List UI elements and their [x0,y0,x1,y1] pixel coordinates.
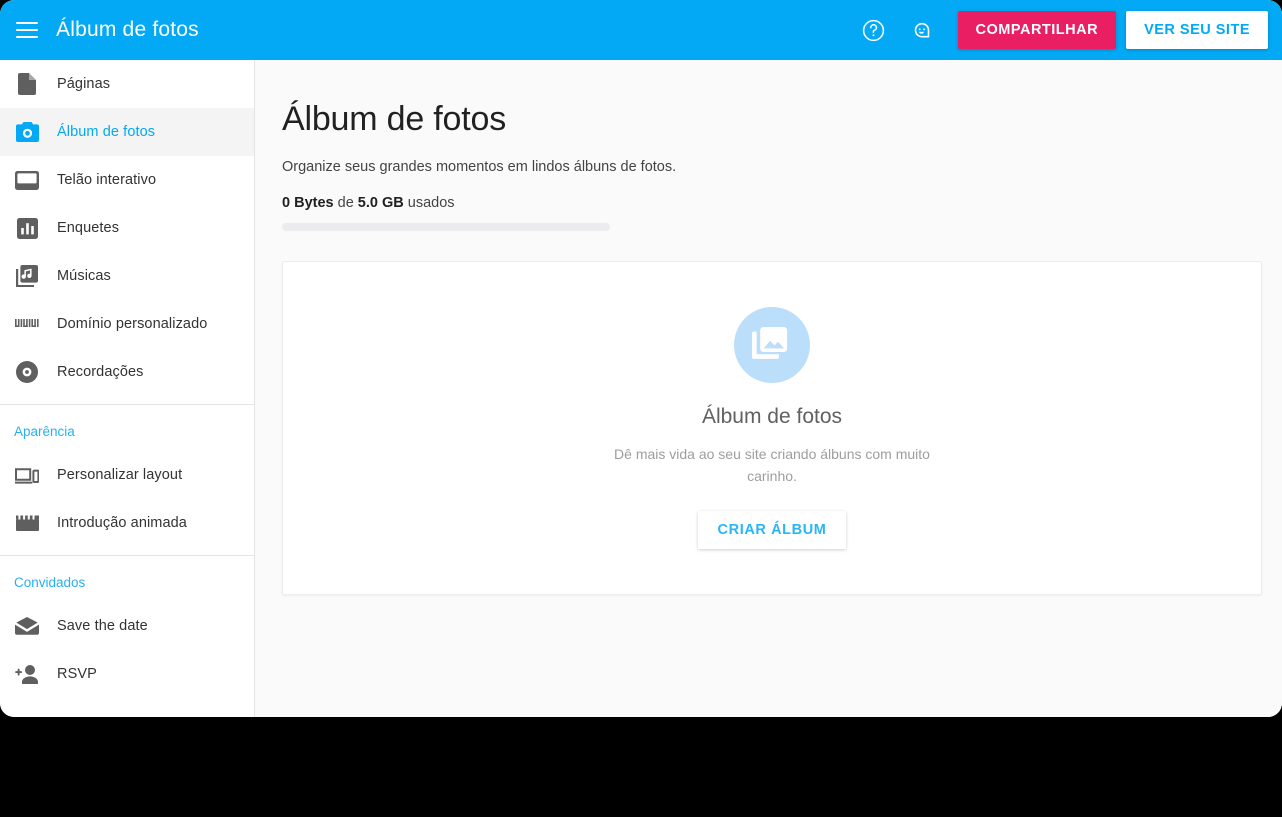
app-header: Álbum de fotos COMPARTILHAR VER SEU SITE [0,0,1282,60]
page-title: Álbum de fotos [282,100,506,138]
help-circle-icon[interactable] [850,6,898,54]
storage-suffix: usados [407,195,455,211]
app-title: Álbum de fotos [56,18,199,41]
empty-state-description: Dê mais vida ao seu site criando álbuns … [614,446,930,484]
monitor-icon [14,167,40,193]
sidebar-item-recordacoes[interactable]: Recordações [0,348,254,396]
sidebar-item-label: Telão interativo [57,172,157,188]
sidebar-item-label: Enquetes [57,220,120,236]
album-empty-state-card: Álbum de fotos Dê mais vida ao seu site … [282,261,1262,595]
disc-icon [14,359,40,385]
document-icon [14,71,40,97]
sidebar-item-label: Introdução animada [57,515,187,531]
sidebar-item-introducao-animada[interactable]: Introdução animada [0,499,254,547]
sidebar-item-rsvp[interactable]: RSVP [0,650,254,698]
sidebar-item-save-the-date[interactable]: Save the date [0,602,254,650]
sidebar-item-label: Recordações [57,364,144,380]
storage-usage-text: 0 Bytes de 5.0 GB usados [282,195,1260,211]
main-content: Álbum de fotos Organize seus grandes mom… [255,60,1282,717]
header-actions: COMPARTILHAR VER SEU SITE [850,6,1282,54]
devices-icon [14,462,40,488]
sidebar-item-label: RSVP [57,666,97,682]
empty-state-title: Álbum de fotos [701,405,843,429]
sidebar: Páginas Álbum de fotos Telão interativo … [0,60,255,717]
sidebar-item-paginas[interactable]: Páginas [0,60,254,108]
person-add-icon [14,661,40,687]
sidebar-item-album-de-fotos[interactable]: Álbum de fotos [0,108,254,156]
sidebar-item-label: Save the date [57,618,148,634]
storage-total: 5.0 GB [357,195,404,211]
account-face-icon[interactable] [898,6,946,54]
create-album-button[interactable]: CRIAR ÁLBUM [697,510,847,549]
hamburger-menu-icon[interactable] [16,22,38,38]
sidebar-item-label: Páginas [57,76,111,92]
page-subtitle: Organize seus grandes momentos em lindos… [282,159,677,175]
sidebar-item-telao-interativo[interactable]: Telão interativo [0,156,254,204]
app-window: Álbum de fotos COMPARTILHAR VER SEU SITE [0,0,1282,717]
camera-icon [14,119,40,145]
sidebar-item-enquetes[interactable]: Enquetes [0,204,254,252]
storage-progress-bar [282,223,610,231]
sidebar-item-dominio-personalizado[interactable]: Domínio personalizado [0,300,254,348]
bar-chart-icon [14,215,40,241]
sidebar-item-musicas[interactable]: Músicas [0,252,254,300]
sidebar-item-label: Músicas [57,268,111,284]
sidebar-item-label: Domínio personalizado [57,316,208,332]
storage-used: 0 Bytes [282,195,334,211]
music-note-icon [14,263,40,289]
photo-library-icon [734,307,810,384]
share-button[interactable]: COMPARTILHAR [957,11,1117,49]
sidebar-group-title-aparencia: Aparência [14,424,75,439]
sidebar-item-label: Álbum de fotos [57,124,156,140]
clapperboard-icon [14,510,40,536]
sidebar-item-personalizar-layout[interactable]: Personalizar layout [0,451,254,499]
storage-middle-text: de [337,195,354,211]
www-icon [14,311,40,337]
sidebar-item-label: Personalizar layout [57,467,183,483]
view-site-button[interactable]: VER SEU SITE [1126,11,1268,49]
envelope-icon [14,613,40,639]
sidebar-group-title-convidados: Convidados [14,575,86,590]
